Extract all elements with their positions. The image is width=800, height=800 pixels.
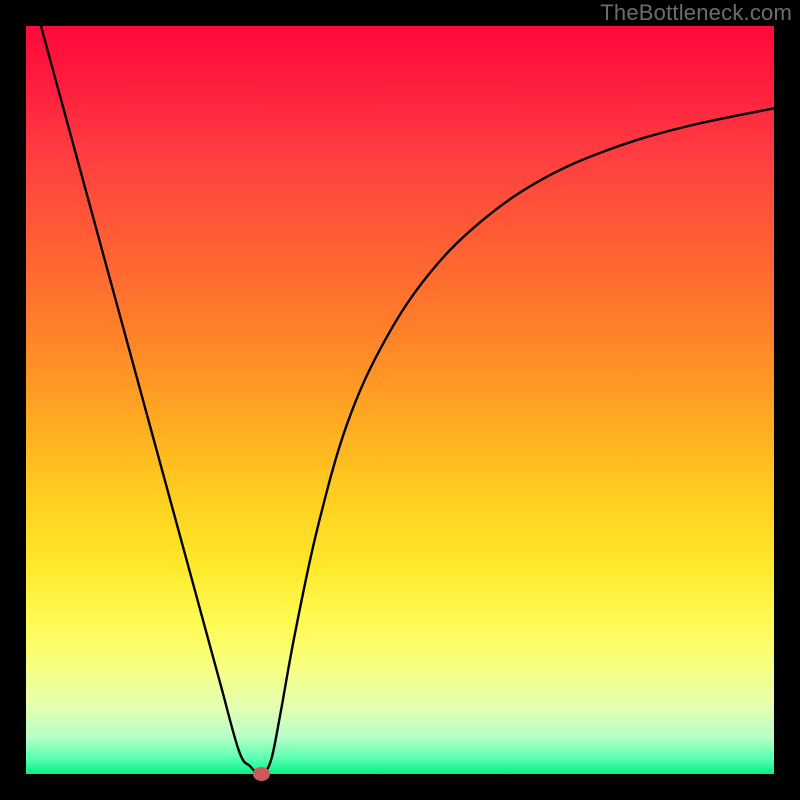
plot-gradient-background xyxy=(26,26,774,774)
watermark-label: TheBottleneck.com xyxy=(600,0,792,26)
chart-frame: TheBottleneck.com xyxy=(0,0,800,800)
